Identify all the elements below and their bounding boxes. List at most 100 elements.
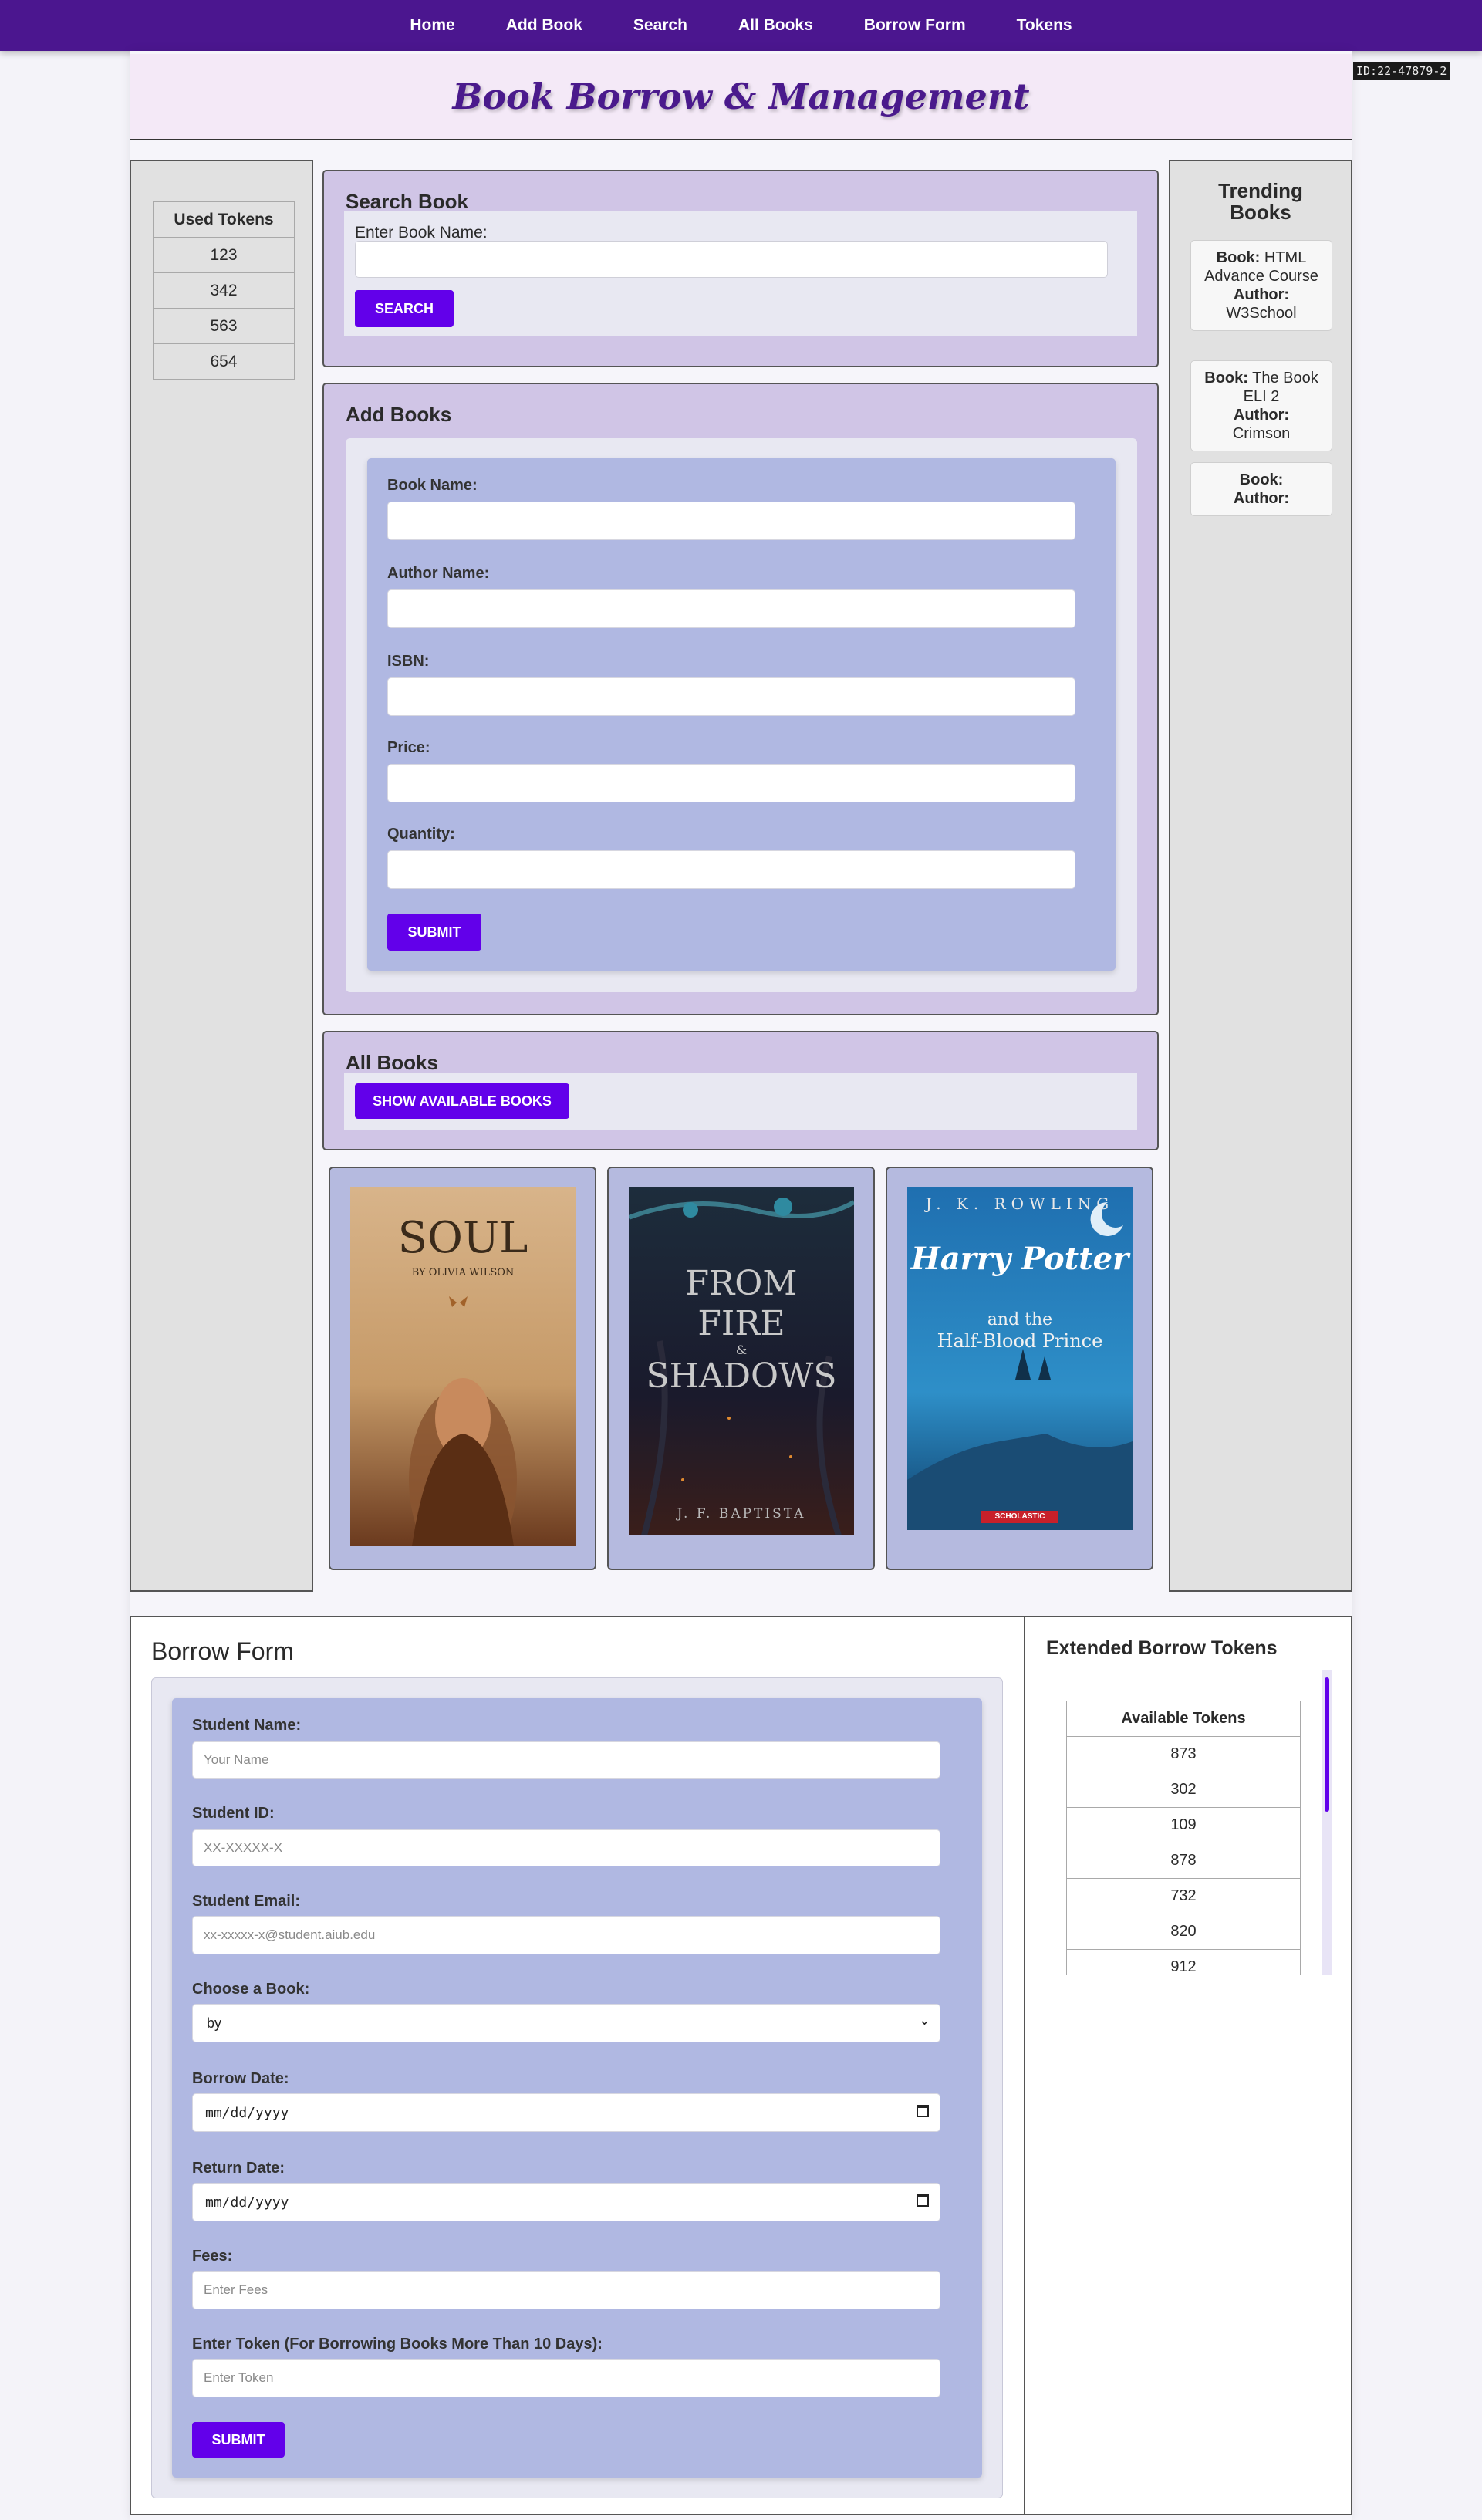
- used-tokens-header: Used Tokens: [153, 201, 295, 238]
- book-name-input[interactable]: [387, 502, 1075, 540]
- author-name-label: Author Name:: [387, 565, 490, 582]
- page-title: Book Borrow & Management: [452, 76, 1030, 117]
- placeholder: xx-xxxxx-x@student.aiub.edu: [204, 1927, 376, 1942]
- book-cover-soul: SOUL BY OLIVIA WILSON: [350, 1187, 576, 1546]
- nav-borrow-form-link[interactable]: Borrow Form: [864, 16, 966, 35]
- trending-book: The Book ELI 2: [1243, 370, 1318, 405]
- token-input[interactable]: Enter Token: [192, 2359, 940, 2397]
- extended-token-cell: 820: [1066, 1914, 1301, 1950]
- trending-author: Crimson: [1232, 425, 1291, 442]
- harry-potter-subtitle-1: and the: [987, 1310, 1053, 1329]
- search-panel: Search Book Enter Book Name: SEARCH: [322, 170, 1159, 367]
- publisher-logo: SCHOLASTIC: [994, 1512, 1045, 1521]
- extended-tokens-header: Available Tokens: [1066, 1701, 1301, 1737]
- right-sidebar: Trending Books Book: HTML Advance Course…: [1169, 160, 1352, 1592]
- author-label: Author:: [1233, 286, 1290, 303]
- used-token-cell: 123: [153, 237, 295, 273]
- book-card[interactable]: FROM FIRE & SHADOWS J. F. BAPTISTA: [607, 1167, 875, 1570]
- calendar-icon[interactable]: [917, 2105, 929, 2117]
- nav-add-book-link[interactable]: Add Book: [506, 16, 582, 35]
- search-input[interactable]: [355, 241, 1108, 278]
- student-name-input[interactable]: Your Name: [192, 1741, 940, 1779]
- harry-potter-cover-art: [907, 1187, 1133, 1530]
- author-label: Author:: [1233, 490, 1290, 507]
- trending-card: Book: Author:: [1190, 462, 1332, 516]
- fire-shadows-title: FROM FIRE & SHADOWS: [629, 1264, 854, 1397]
- nav-all-books-link[interactable]: All Books: [738, 16, 813, 35]
- used-token-cell: 654: [153, 343, 295, 380]
- student-id-label: Student ID:: [192, 1805, 275, 1822]
- placeholder: Enter Token: [204, 2370, 274, 2385]
- all-books-inner: SHOW AVAILABLE BOOKS: [344, 1073, 1137, 1130]
- id-tag: ID:22-47879-2: [1353, 62, 1450, 80]
- book-label: Book:: [1204, 370, 1248, 387]
- extended-token-cell: 109: [1066, 1807, 1301, 1843]
- add-book-submit-button[interactable]: SUBMIT: [387, 914, 481, 951]
- soul-title: SOUL: [397, 1213, 528, 1263]
- extended-tokens-title: Extended Borrow Tokens: [1046, 1637, 1278, 1659]
- nav-search-link[interactable]: Search: [633, 16, 687, 35]
- date-value: mm/dd/yyyy: [205, 2105, 289, 2121]
- all-books-title: All Books: [346, 1051, 438, 1074]
- cover-ampersand: &: [735, 1343, 748, 1357]
- add-books-panel: Add Books Book Name: Author Name: ISBN: …: [322, 383, 1159, 1015]
- scrollbar-thumb[interactable]: [1325, 1677, 1329, 1812]
- extended-token-cell: 873: [1066, 1736, 1301, 1772]
- author-name-input[interactable]: [387, 589, 1075, 628]
- isbn-label: ISBN:: [387, 653, 430, 670]
- add-books-form: Book Name: Author Name: ISBN: Price: Qua…: [367, 458, 1116, 971]
- cover-title-line: FROM: [685, 1264, 798, 1303]
- choose-book-label: Choose a Book:: [192, 1981, 310, 1998]
- section-divider: [1024, 1616, 1025, 2515]
- harry-potter-author: J. K. ROWLING: [925, 1194, 1115, 1213]
- soul-author: BY OLIVIA WILSON: [411, 1267, 515, 1279]
- book-cover-harry-potter: J. K. ROWLING Harry Potter and the Half-…: [907, 1187, 1133, 1530]
- borrow-form-title: Borrow Form: [151, 1637, 294, 1665]
- scrollbar-track[interactable]: [1322, 1670, 1332, 1975]
- trending-title: Trending Books: [1218, 179, 1303, 224]
- price-label: Price:: [387, 739, 430, 756]
- search-title: Search Book: [346, 190, 468, 213]
- book-cover-fire-shadows: FROM FIRE & SHADOWS J. F. BAPTISTA: [629, 1187, 854, 1535]
- student-email-input[interactable]: xx-xxxxx-x@student.aiub.edu: [192, 1916, 940, 1954]
- show-available-books-button[interactable]: SHOW AVAILABLE BOOKS: [355, 1083, 569, 1119]
- borrow-submit-button[interactable]: SUBMIT: [192, 2422, 285, 2458]
- page-header: Book Borrow & Management: [130, 54, 1352, 140]
- price-input[interactable]: [387, 764, 1075, 802]
- placeholder: Enter Fees: [204, 2282, 268, 2297]
- borrow-form-wrapper: Student Name: Your Name Student ID: XX-X…: [151, 1677, 1003, 2498]
- placeholder: XX-XXXXX-X: [204, 1840, 283, 1855]
- choose-book-select[interactable]: by ⌄: [192, 2004, 940, 2042]
- cover-title-line: FIRE: [697, 1304, 785, 1343]
- chevron-down-icon: ⌄: [918, 2012, 930, 2028]
- search-inner: Enter Book Name: SEARCH: [344, 211, 1137, 336]
- book-label: Book:: [1239, 471, 1284, 488]
- extended-tokens-scroll[interactable]: Available Tokens 873 302 109 878 732 820…: [1065, 1670, 1332, 1975]
- token-label: Enter Token (For Borrowing Books More Th…: [192, 2336, 603, 2353]
- student-id-input[interactable]: XX-XXXXX-X: [192, 1829, 940, 1866]
- borrow-date-input[interactable]: mm/dd/yyyy: [192, 2093, 940, 2132]
- isbn-input[interactable]: [387, 677, 1075, 716]
- nav-tokens-link[interactable]: Tokens: [1017, 16, 1072, 35]
- return-date-label: Return Date:: [192, 2160, 285, 2177]
- author-label: Author:: [1233, 407, 1290, 424]
- nav-home-link[interactable]: Home: [410, 16, 454, 35]
- borrow-form: Student Name: Your Name Student ID: XX-X…: [172, 1698, 982, 2478]
- quantity-input[interactable]: [387, 850, 1075, 889]
- search-button[interactable]: SEARCH: [355, 290, 454, 327]
- calendar-icon[interactable]: [917, 2194, 929, 2207]
- top-navigation: Home Add Book Search All Books Borrow Fo…: [0, 0, 1482, 51]
- student-name-label: Student Name:: [192, 1717, 302, 1734]
- harry-potter-subtitle-2: Half-Blood Prince: [937, 1330, 1103, 1352]
- return-date-input[interactable]: mm/dd/yyyy: [192, 2183, 940, 2221]
- used-token-cell: 342: [153, 272, 295, 309]
- cover-title-line: SHADOWS: [646, 1356, 837, 1396]
- book-card[interactable]: SOUL BY OLIVIA WILSON: [329, 1167, 596, 1570]
- book-card[interactable]: J. K. ROWLING Harry Potter and the Half-…: [886, 1167, 1153, 1570]
- extended-token-cell: 732: [1066, 1878, 1301, 1914]
- fees-input[interactable]: Enter Fees: [192, 2271, 940, 2309]
- date-value: mm/dd/yyyy: [205, 2194, 289, 2211]
- trending-author: W3School: [1226, 305, 1297, 322]
- used-token-cell: 563: [153, 308, 295, 344]
- harry-potter-title: Harry Potter: [910, 1241, 1129, 1277]
